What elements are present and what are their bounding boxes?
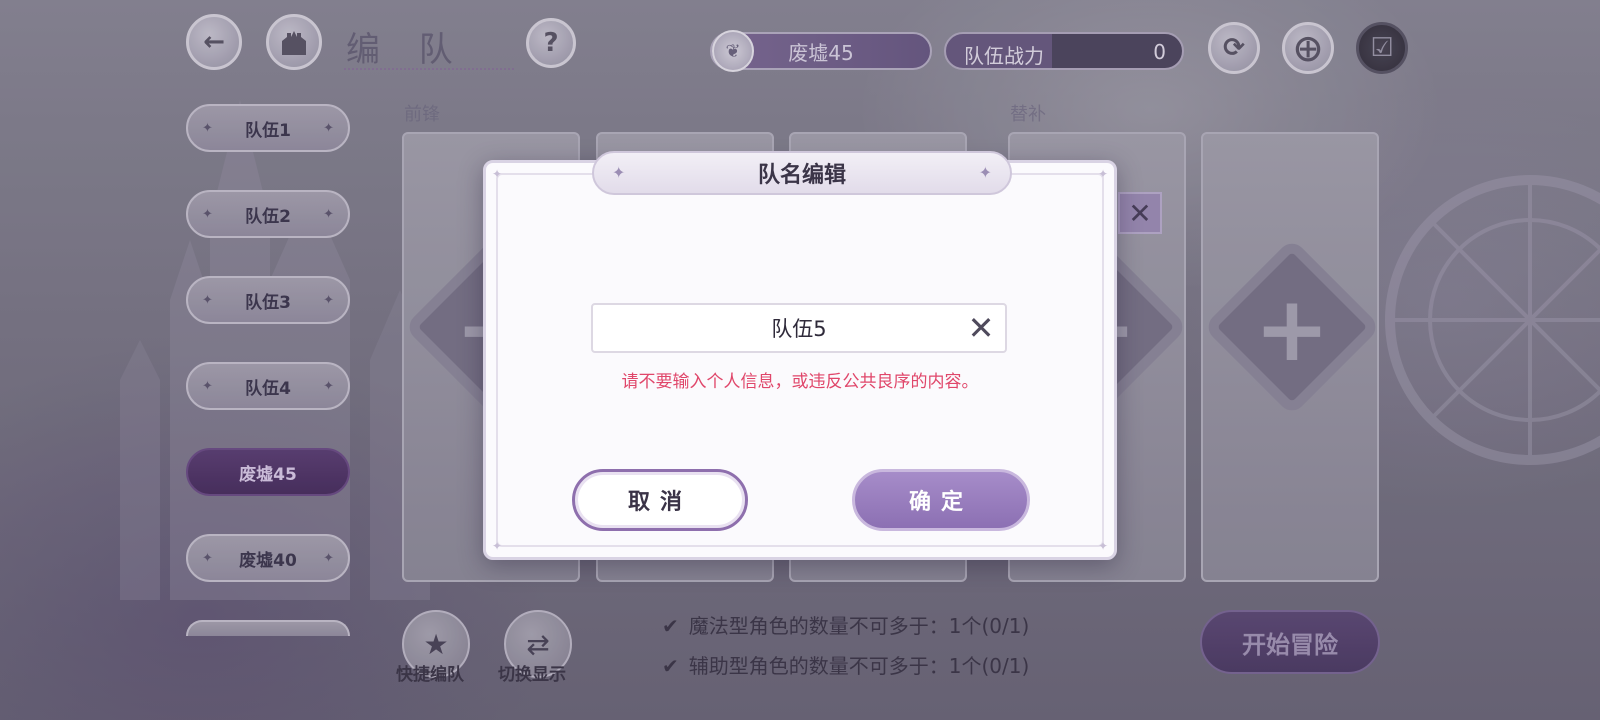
corner-star-icon: ✦ <box>492 167 503 181</box>
corner-star-icon: ✦ <box>1097 539 1108 553</box>
dialog-title: 队名编辑 <box>757 163 846 188</box>
dialog-title-banner: ✦ 队名编辑 ✦ <box>592 151 1012 195</box>
team-name-dialog: ✦ ✦ ✦ ✦ ✦ 队名编辑 ✦ 队伍5 ✕ 请不要输入个人信息，或违反公共良序… <box>483 151 1117 560</box>
corner-star-icon: ✦ <box>1097 167 1108 181</box>
team-name-input[interactable]: 队伍5 <box>591 303 1007 353</box>
team-name-value: 队伍5 <box>771 317 827 341</box>
star-icon: ✦ <box>978 163 992 182</box>
star-icon: ✦ <box>612 163 626 182</box>
warning-text: 请不要输入个人信息，或违反公共良序的内容。 <box>621 372 979 392</box>
cancel-label: 取消 <box>627 490 692 515</box>
corner-star-icon: ✦ <box>492 539 503 553</box>
confirm-label: 确定 <box>908 490 973 515</box>
close-icon: ✕ <box>967 309 995 347</box>
cancel-button[interactable]: 取消 <box>572 469 748 531</box>
confirm-button[interactable]: 确定 <box>852 469 1030 531</box>
clear-input-button[interactable]: ✕ <box>964 309 998 347</box>
